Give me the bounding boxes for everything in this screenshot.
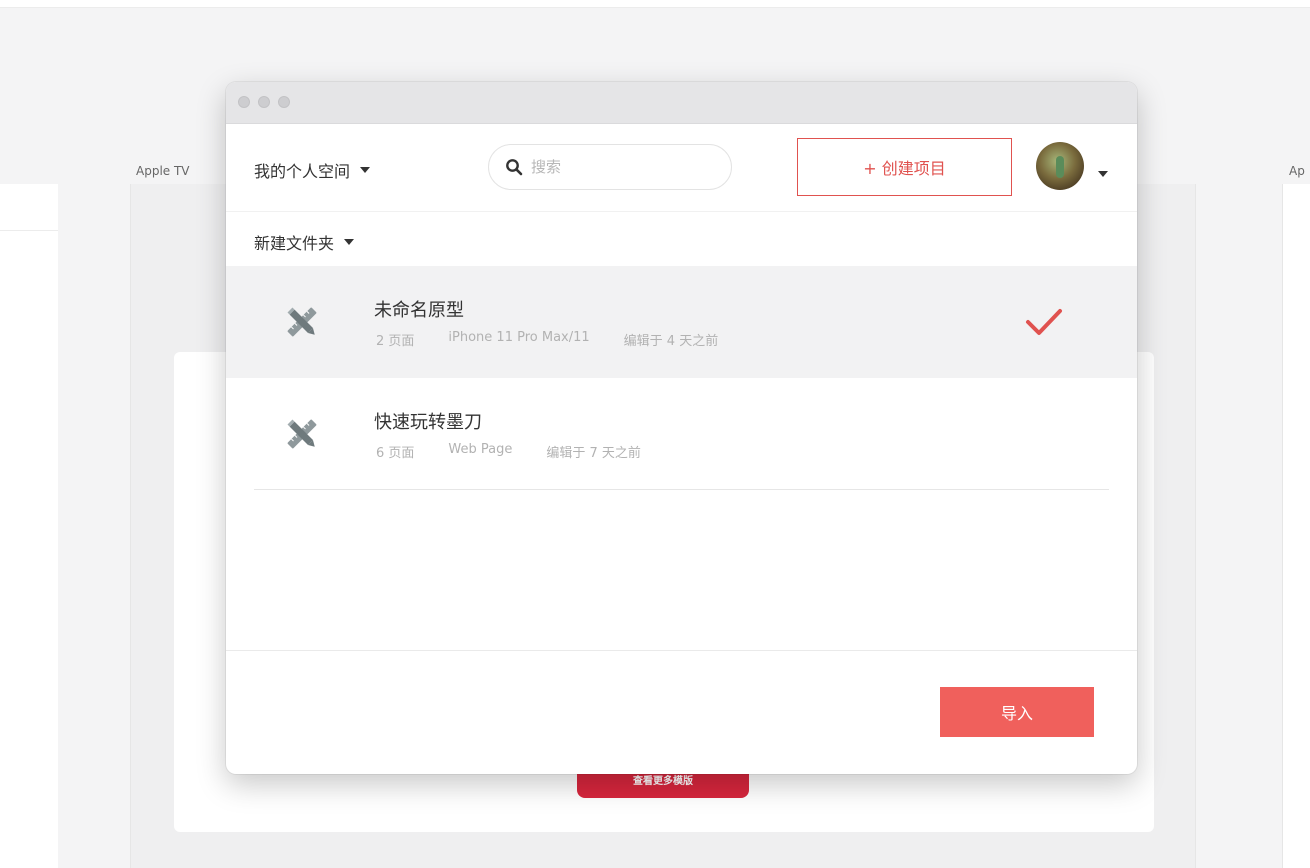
caret-down-icon <box>360 167 371 173</box>
background-right-label: Ap <box>1289 164 1305 178</box>
import-button[interactable]: 导入 <box>940 687 1094 737</box>
project-pages: 6 页面 <box>376 446 415 461</box>
create-project-button[interactable]: + 创建项目 <box>797 138 1012 196</box>
pencil-ruler-icon <box>287 307 317 337</box>
search-icon <box>506 159 523 176</box>
background-right-panel <box>1282 184 1310 868</box>
account-menu-toggle[interactable] <box>1098 162 1108 181</box>
background-left-label: Apple TV <box>136 164 190 178</box>
project-edited: 编辑于 7 天之前 <box>546 446 641 461</box>
window-footer: 导入 <box>226 650 1137 774</box>
project-list: 未命名原型 2 页面 iPhone 11 Pro Max/11 编辑于 4 天之… <box>226 266 1137 490</box>
background-top-bar <box>0 0 1310 8</box>
project-pages: 2 页面 <box>376 334 415 349</box>
search-input[interactable] <box>531 158 711 176</box>
project-device: iPhone 11 Pro Max/11 <box>448 330 590 345</box>
project-meta: 6 页面 Web Page 编辑于 7 天之前 <box>376 442 641 461</box>
caret-down-icon <box>344 239 355 245</box>
window-close-button[interactable] <box>238 96 250 108</box>
list-item[interactable]: 快速玩转墨刀 6 页面 Web Page 编辑于 7 天之前 <box>226 378 1137 490</box>
project-meta: 2 页面 iPhone 11 Pro Max/11 编辑于 4 天之前 <box>376 330 718 349</box>
background-left-card <box>0 184 58 868</box>
search-box[interactable] <box>488 144 732 190</box>
window-zoom-button[interactable] <box>278 96 290 108</box>
project-name: 快速玩转墨刀 <box>374 412 482 433</box>
list-item[interactable]: 未命名原型 2 页面 iPhone 11 Pro Max/11 编辑于 4 天之… <box>226 266 1137 378</box>
workspace-label: 我的个人空间 <box>254 162 351 181</box>
project-name: 未命名原型 <box>374 300 464 321</box>
folder-row: 新建文件夹 <box>226 212 1137 266</box>
window-minimize-button[interactable] <box>258 96 270 108</box>
workspace-dropdown[interactable]: 我的个人空间 <box>254 158 371 182</box>
pencil-ruler-icon <box>287 419 317 449</box>
window-header: 我的个人空间 + 创建项目 <box>226 124 1137 212</box>
project-device: Web Page <box>448 442 513 457</box>
avatar[interactable] <box>1036 142 1084 190</box>
list-divider <box>254 489 1109 490</box>
folder-label: 新建文件夹 <box>254 234 335 253</box>
project-edited: 编辑于 4 天之前 <box>623 334 719 349</box>
window-titlebar <box>226 82 1137 124</box>
import-project-window: 我的个人空间 + 创建项目 新建文件夹 <box>226 82 1137 774</box>
folder-dropdown[interactable]: 新建文件夹 <box>254 230 355 254</box>
checkmark-icon <box>1026 309 1062 335</box>
caret-down-icon <box>1098 171 1108 177</box>
